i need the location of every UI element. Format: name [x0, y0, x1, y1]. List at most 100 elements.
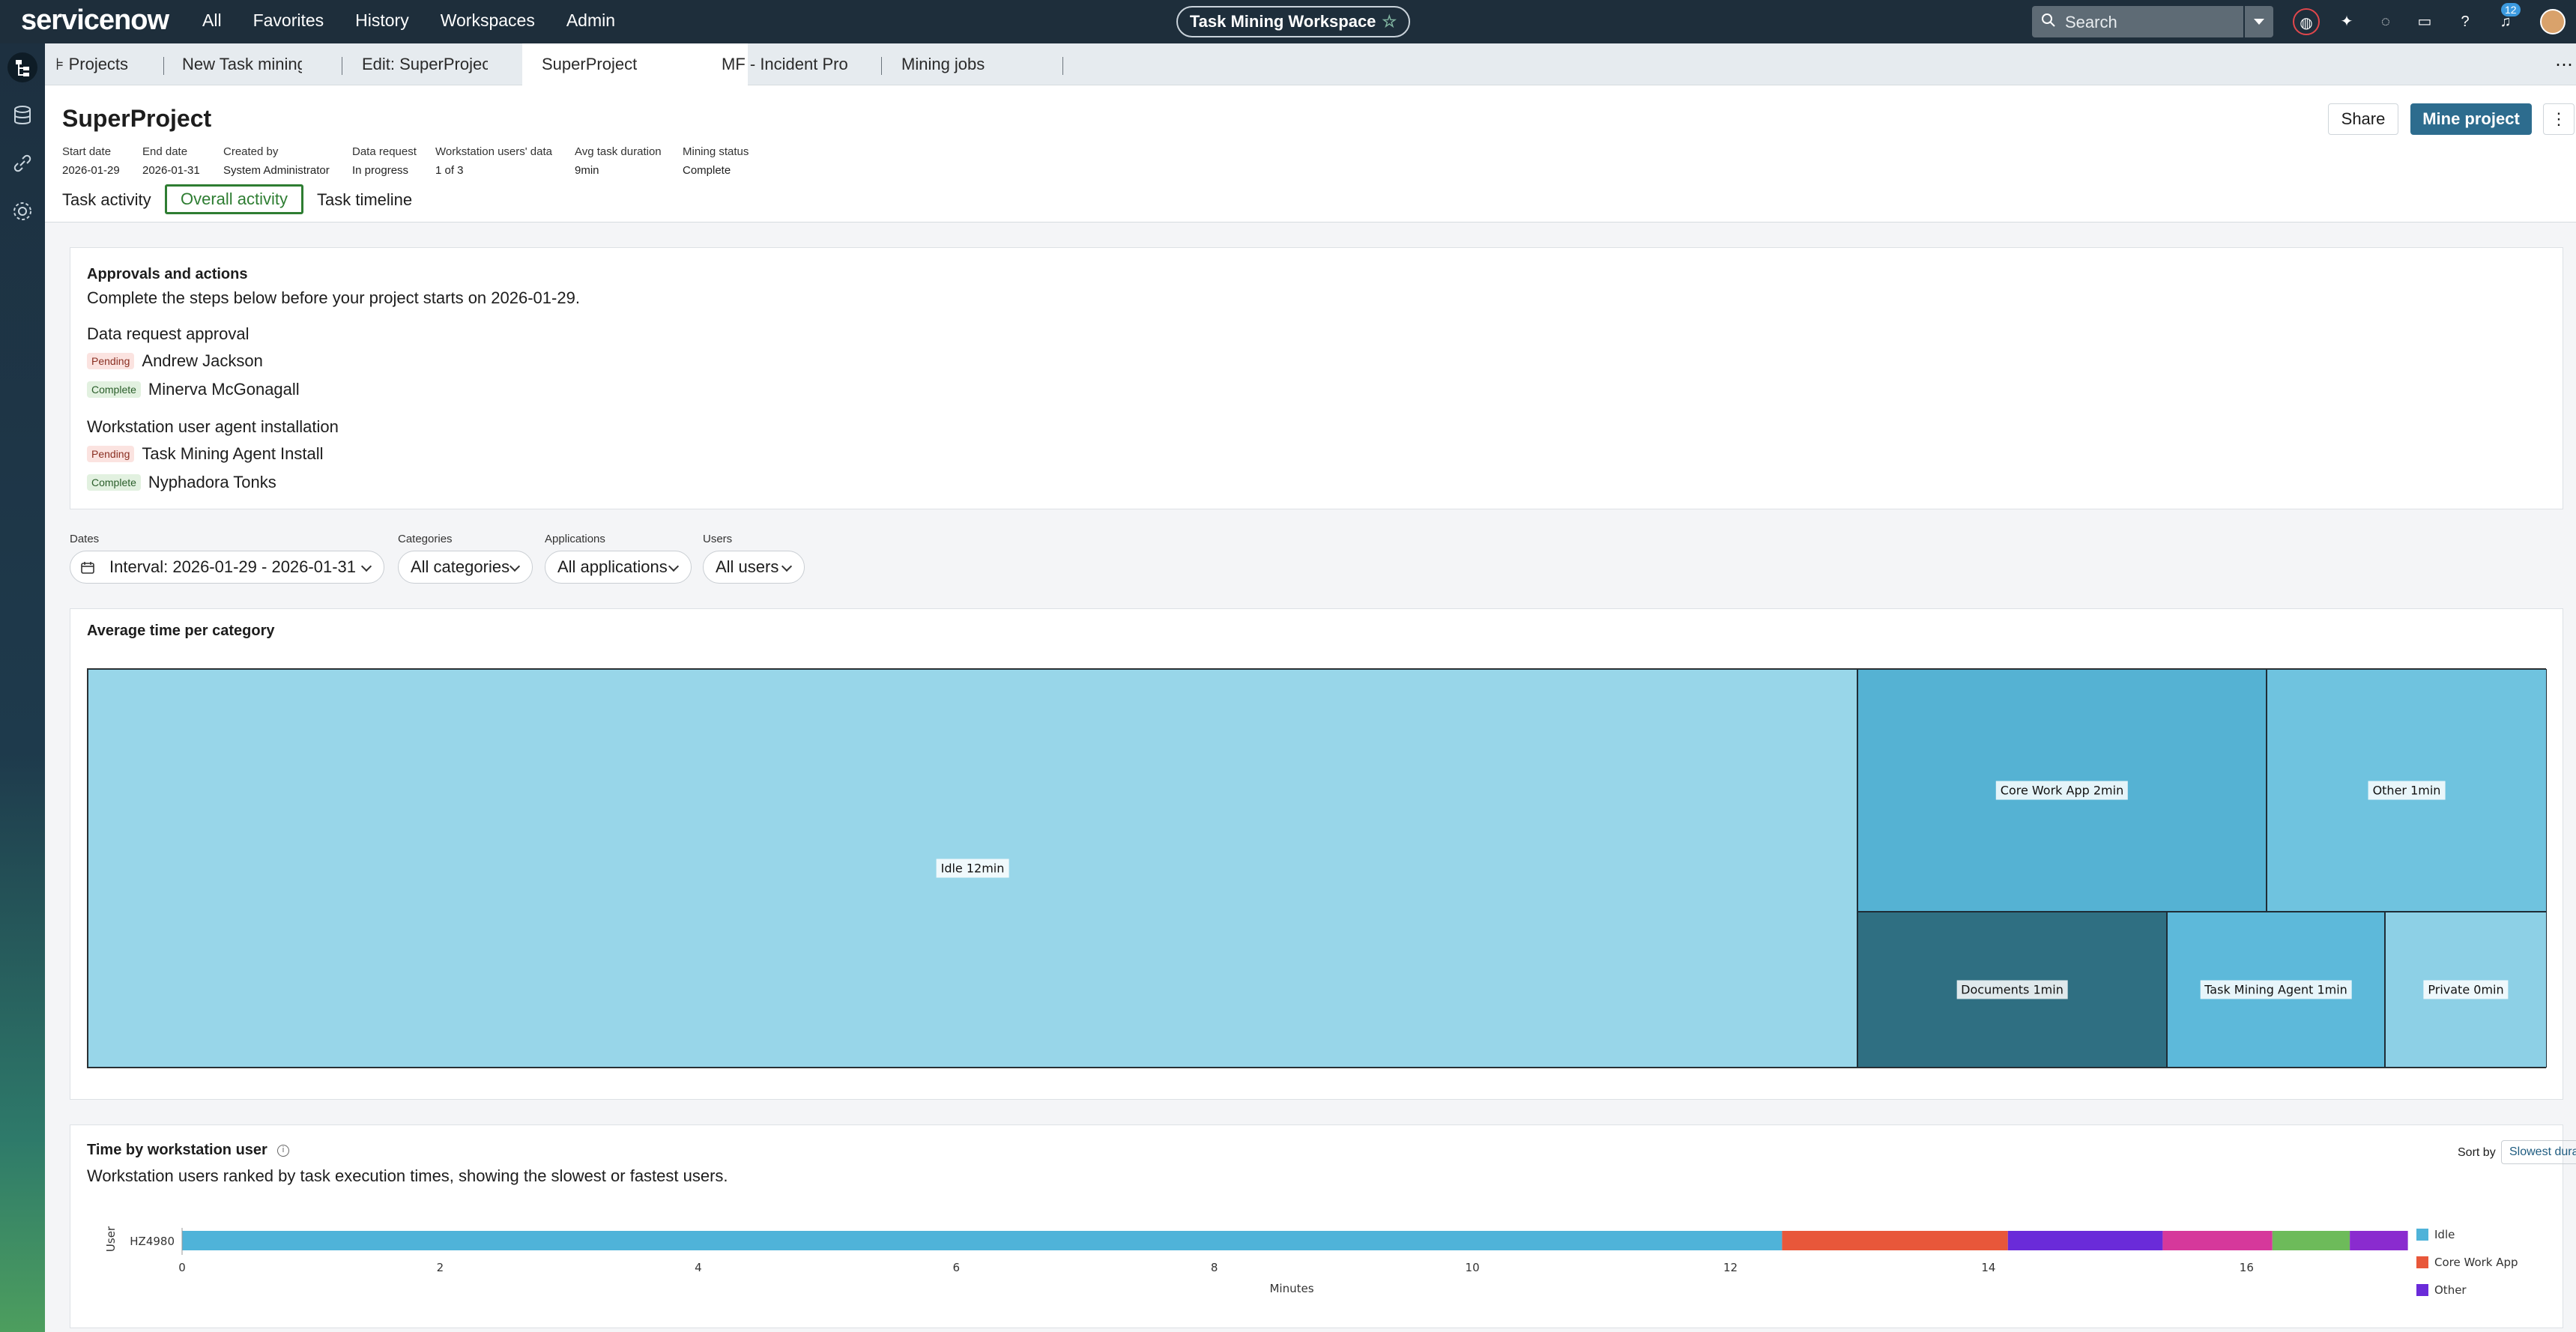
bar-segment[interactable] — [1782, 1231, 2008, 1250]
sort-by-select[interactable]: Slowest duration ▾ — [2501, 1140, 2576, 1164]
tab-task-timeline[interactable]: Task timeline — [317, 190, 412, 210]
treemap-cell-label: Core Work App 2min — [1995, 781, 2129, 800]
tab-superproject[interactable]: SuperProject — [522, 43, 748, 85]
bar-segment[interactable] — [182, 1231, 1783, 1250]
treemap-cell-idle[interactable]: Idle 12min — [88, 669, 1857, 1068]
nav-favorites[interactable]: Favorites — [253, 10, 324, 31]
tab-divider — [1062, 57, 1063, 75]
treemap-cell-label: Documents 1min — [1956, 980, 2068, 999]
data-request-approval-title: Data request approval — [87, 324, 250, 343]
search-icon — [2042, 13, 2055, 27]
y-tick-label: HZ4980 — [130, 1235, 175, 1248]
treemap-cell-core-work-app[interactable]: Core Work App 2min — [1857, 669, 2267, 912]
treemap-cell-label: Task Mining Agent 1min — [2200, 980, 2352, 999]
x-tick-label: 8 — [1211, 1261, 1218, 1274]
x-tick-label: 14 — [1981, 1261, 1995, 1274]
tab-new-task-mining[interactable]: New Task mining — [182, 43, 302, 85]
bar-segment[interactable] — [2007, 1231, 2163, 1250]
nav-history[interactable]: History — [355, 10, 409, 31]
sort-by-value: Slowest duration — [2509, 1145, 2576, 1158]
approval-row[interactable]: Pending Andrew Jackson — [87, 351, 263, 371]
servicenow-logo[interactable]: servicenow — [21, 4, 169, 37]
nav-all[interactable]: All — [202, 10, 222, 31]
calendar-icon — [81, 562, 94, 574]
meta-avg-task-duration: Avg task duration 9min — [575, 145, 662, 177]
tab-edit-superproject[interactable]: Edit: SuperProject — [362, 43, 488, 85]
avatar[interactable] — [2540, 9, 2566, 34]
global-search[interactable]: Search — [2032, 6, 2243, 37]
x-tick-label: 12 — [1723, 1261, 1738, 1274]
star-icon[interactable]: ☆ — [1382, 12, 1397, 31]
tab-label: Mining jobs — [901, 55, 985, 73]
legend-item[interactable]: Idle — [2416, 1228, 2455, 1241]
link-icon[interactable] — [7, 148, 37, 178]
categories-filter[interactable]: All categories — [398, 551, 533, 584]
tab-label: MF - Incident Pro — [722, 55, 848, 73]
bar-segment[interactable] — [2272, 1231, 2350, 1250]
meta-label: Mining status — [683, 145, 749, 158]
nav-admin[interactable]: Admin — [566, 10, 615, 31]
applications-filter[interactable]: All applications — [545, 551, 692, 584]
more-tabs-icon[interactable]: ⋯ — [2555, 54, 2573, 76]
more-actions-button[interactable]: ⋮ — [2543, 103, 2575, 135]
tab-projects[interactable]: ⊧ Projects — [55, 43, 175, 85]
globe-icon[interactable]: ◍ — [2293, 8, 2320, 35]
approval-row[interactable]: Complete Minerva McGonagall — [87, 380, 300, 399]
chevron-down-icon — [360, 560, 372, 572]
agent-installation-title: Workstation user agent installation — [87, 417, 339, 436]
chat-icon[interactable]: ◌ — [2372, 8, 2399, 35]
sparkle-icon[interactable]: ✦ — [2333, 8, 2360, 35]
gear-icon[interactable] — [7, 196, 37, 226]
x-tick-label: 0 — [178, 1261, 186, 1274]
top-navigation-bar: servicenow All Favorites History Workspa… — [0, 0, 2576, 43]
meta-value: 9min — [575, 164, 599, 177]
chevron-down-icon — [668, 560, 680, 572]
category-treemap: Idle 12min Core Work App 2min Other 1min… — [87, 668, 2547, 1068]
dates-filter-value: Interval: 2026-01-29 - 2026-01-31 — [109, 557, 356, 576]
filter-label-applications: Applications — [545, 533, 605, 545]
meta-created-by: Created by System Administrator — [223, 145, 330, 177]
approver-name: Task Mining Agent Install — [142, 444, 324, 463]
database-icon[interactable] — [7, 100, 37, 130]
tab-task-activity[interactable]: Task activity — [62, 190, 151, 210]
tab-divider — [163, 57, 164, 75]
mine-project-button[interactable]: Mine project — [2410, 103, 2532, 135]
dates-filter[interactable]: Interval: 2026-01-29 - 2026-01-31 — [70, 551, 384, 584]
page-title: SuperProject — [62, 105, 212, 132]
meta-workstation-users: Workstation users' data 1 of 3 — [435, 145, 552, 177]
x-tick-label: 16 — [2240, 1261, 2254, 1274]
tab-label: Edit: SuperProject — [362, 55, 488, 73]
treemap-cell-task-mining-agent[interactable]: Task Mining Agent 1min — [2167, 912, 2385, 1068]
filter-label-dates: Dates — [70, 533, 100, 545]
info-icon[interactable]: i — [277, 1145, 289, 1157]
help-icon[interactable]: ? — [2452, 8, 2479, 35]
treemap-cell-label: Private 0min — [2423, 980, 2509, 999]
nav-workspaces[interactable]: Workspaces — [441, 10, 535, 31]
search-scope-dropdown[interactable] — [2245, 6, 2273, 37]
workspace-title-pill[interactable]: Task Mining Workspace ☆ — [1176, 6, 1410, 37]
tab-mf-incident[interactable]: MF - Incident Pro — [722, 43, 888, 85]
workspace-title: Task Mining Workspace — [1189, 12, 1376, 31]
approval-row[interactable]: Pending Task Mining Agent Install — [87, 444, 324, 464]
x-tick-label: 2 — [437, 1261, 444, 1274]
inbox-icon[interactable]: ▭ — [2411, 8, 2438, 35]
users-filter[interactable]: All users — [703, 551, 805, 584]
status-badge: Complete — [87, 474, 141, 491]
bar-segment[interactable] — [2350, 1231, 2408, 1250]
approval-row[interactable]: Complete Nyphadora Tonks — [87, 473, 276, 492]
legend-item[interactable]: Other — [2416, 1283, 2467, 1297]
tab-mining-jobs[interactable]: Mining jobs — [901, 43, 1089, 85]
users-filter-value: All users — [716, 557, 779, 576]
tab-overall-activity[interactable]: Overall activity — [165, 184, 304, 214]
project-tree-icon[interactable] — [7, 52, 37, 82]
bar-segment[interactable] — [2162, 1231, 2273, 1250]
legend-item[interactable]: Core Work App — [2416, 1256, 2518, 1269]
share-button[interactable]: Share — [2328, 103, 2398, 135]
treemap-cell-other[interactable]: Other 1min — [2267, 669, 2547, 912]
meta-value: 2026-01-31 — [142, 164, 200, 177]
treemap-cell-documents[interactable]: Documents 1min — [1857, 912, 2167, 1068]
meta-label: End date — [142, 145, 188, 158]
treemap-cell-private[interactable]: Private 0min — [2385, 912, 2547, 1068]
x-tick-label: 4 — [695, 1261, 702, 1274]
meta-label: Created by — [223, 145, 279, 158]
